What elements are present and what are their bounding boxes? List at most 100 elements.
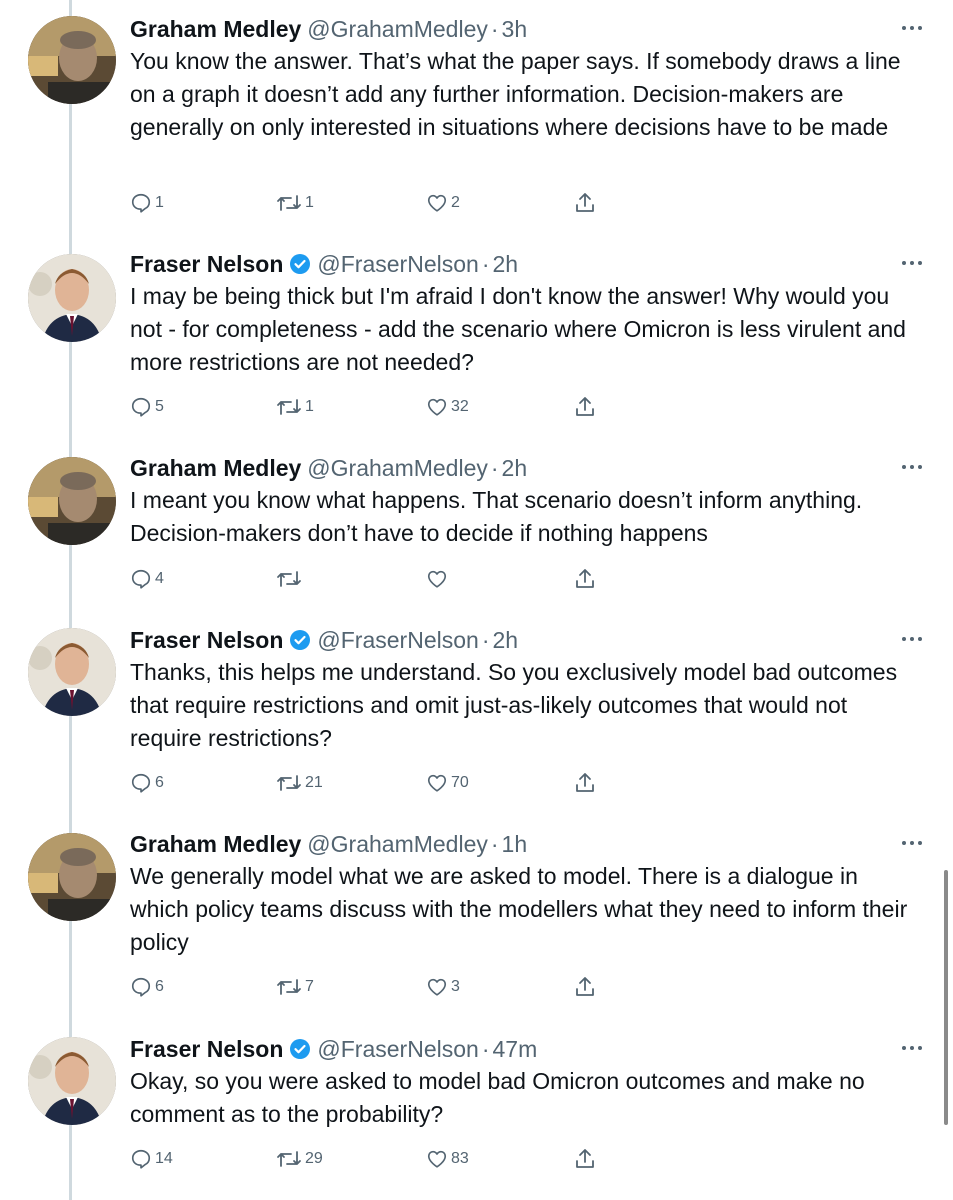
timestamp[interactable]: 1h bbox=[502, 831, 528, 857]
reply-icon bbox=[131, 569, 151, 589]
retweet-icon bbox=[277, 979, 301, 995]
retweet-icon bbox=[277, 1151, 301, 1167]
more-options-icon[interactable] bbox=[900, 831, 924, 855]
author-name[interactable]: Fraser Nelson bbox=[130, 251, 283, 277]
like-button[interactable]: 70 bbox=[426, 768, 469, 798]
avatar-graham-medley[interactable] bbox=[28, 16, 116, 104]
avatar-graham-medley[interactable] bbox=[28, 833, 116, 921]
heart-icon bbox=[427, 194, 447, 212]
reply-button[interactable]: 5 bbox=[130, 392, 164, 422]
tweet-text: We generally model what we are asked to … bbox=[130, 863, 908, 955]
timestamp[interactable]: 47m bbox=[492, 1036, 537, 1062]
share-button[interactable] bbox=[573, 188, 597, 218]
share-button[interactable] bbox=[573, 972, 597, 1002]
share-button[interactable] bbox=[573, 564, 597, 594]
verified-badge-icon bbox=[289, 628, 311, 658]
reply-button[interactable]: 6 bbox=[130, 768, 164, 798]
separator-dot: · bbox=[490, 831, 499, 857]
retweet-count: 21 bbox=[305, 774, 323, 791]
like-count: 3 bbox=[451, 978, 460, 995]
author-name[interactable]: Fraser Nelson bbox=[130, 627, 283, 653]
reply-icon bbox=[131, 977, 151, 997]
reply-button[interactable]: 6 bbox=[130, 972, 164, 1002]
reply-button[interactable]: 14 bbox=[130, 1144, 173, 1174]
retweet-count: 1 bbox=[305, 398, 314, 415]
heart-icon bbox=[427, 570, 447, 588]
like-button[interactable]: 32 bbox=[426, 392, 469, 422]
verified-badge-icon bbox=[289, 252, 311, 282]
retweet-icon bbox=[277, 399, 301, 415]
reply-button[interactable]: 4 bbox=[130, 564, 164, 594]
author-handle[interactable]: @FraserNelson bbox=[317, 627, 478, 653]
share-icon bbox=[576, 1149, 594, 1168]
like-button[interactable]: 83 bbox=[426, 1144, 469, 1174]
retweet-icon bbox=[277, 195, 301, 211]
avatar-fraser-nelson[interactable] bbox=[28, 1037, 116, 1125]
separator-dot: · bbox=[490, 455, 499, 481]
reply-icon bbox=[131, 397, 151, 417]
reply-count: 4 bbox=[155, 570, 164, 587]
retweet-count: 1 bbox=[305, 194, 314, 211]
share-button[interactable] bbox=[573, 392, 597, 422]
timestamp[interactable]: 2h bbox=[502, 455, 528, 481]
share-icon bbox=[576, 977, 594, 996]
retweet-button[interactable]: 29 bbox=[276, 1144, 323, 1174]
like-count: 70 bbox=[451, 774, 469, 791]
like-button[interactable]: 3 bbox=[426, 972, 460, 1002]
retweet-button[interactable]: 1 bbox=[276, 188, 314, 218]
reply-count: 1 bbox=[155, 194, 164, 211]
avatar-graham-medley[interactable] bbox=[28, 457, 116, 545]
reply-count: 5 bbox=[155, 398, 164, 415]
share-button[interactable] bbox=[573, 1144, 597, 1174]
retweet-button[interactable]: 21 bbox=[276, 768, 323, 798]
separator-dot: · bbox=[481, 251, 490, 277]
tweet-text: I may be being thick but I'm afraid I do… bbox=[130, 283, 906, 375]
separator-dot: · bbox=[481, 627, 490, 653]
timestamp[interactable]: 3h bbox=[502, 16, 528, 42]
share-icon bbox=[576, 397, 594, 416]
heart-icon bbox=[427, 774, 447, 792]
avatar-fraser-nelson[interactable] bbox=[28, 254, 116, 342]
share-button[interactable] bbox=[573, 768, 597, 798]
like-count: 83 bbox=[451, 1150, 469, 1167]
separator-dot: · bbox=[490, 16, 499, 42]
more-options-icon[interactable] bbox=[900, 455, 924, 479]
like-button[interactable]: 2 bbox=[426, 188, 460, 218]
author-name[interactable]: Graham Medley bbox=[130, 831, 301, 857]
heart-icon bbox=[427, 398, 447, 416]
retweet-icon bbox=[277, 571, 301, 587]
more-options-icon[interactable] bbox=[900, 1036, 924, 1060]
timestamp[interactable]: 2h bbox=[492, 627, 518, 653]
like-count: 32 bbox=[451, 398, 469, 415]
reply-icon bbox=[131, 773, 151, 793]
reply-count: 14 bbox=[155, 1150, 173, 1167]
separator-dot: · bbox=[481, 1036, 490, 1062]
author-handle[interactable]: @GrahamMedley bbox=[307, 455, 488, 481]
more-options-icon[interactable] bbox=[900, 16, 924, 40]
reply-button[interactable]: 1 bbox=[130, 188, 164, 218]
heart-icon bbox=[427, 978, 447, 996]
author-handle[interactable]: @FraserNelson bbox=[317, 251, 478, 277]
share-icon bbox=[576, 773, 594, 792]
retweet-button[interactable]: 1 bbox=[276, 392, 314, 422]
share-icon bbox=[576, 569, 594, 588]
author-handle[interactable]: @GrahamMedley bbox=[307, 16, 488, 42]
retweet-button[interactable]: 7 bbox=[276, 972, 314, 1002]
reply-count: 6 bbox=[155, 978, 164, 995]
author-name[interactable]: Fraser Nelson bbox=[130, 1036, 283, 1062]
author-name[interactable]: Graham Medley bbox=[130, 455, 301, 481]
author-handle[interactable]: @FraserNelson bbox=[317, 1036, 478, 1062]
tweet-text: Okay, so you were asked to model bad Omi… bbox=[130, 1068, 865, 1127]
like-button[interactable] bbox=[426, 564, 451, 594]
more-options-icon[interactable] bbox=[900, 251, 924, 275]
avatar-fraser-nelson[interactable] bbox=[28, 628, 116, 716]
more-options-icon[interactable] bbox=[900, 627, 924, 651]
author-handle[interactable]: @GrahamMedley bbox=[307, 831, 488, 857]
author-name[interactable]: Graham Medley bbox=[130, 16, 301, 42]
tweet-text: Thanks, this helps me understand. So you… bbox=[130, 659, 898, 751]
scrollbar-thumb[interactable] bbox=[944, 870, 948, 1125]
tweet-text: You know the answer. That’s what the pap… bbox=[130, 48, 901, 140]
retweet-icon bbox=[277, 775, 301, 791]
retweet-button[interactable] bbox=[276, 564, 305, 594]
timestamp[interactable]: 2h bbox=[492, 251, 518, 277]
